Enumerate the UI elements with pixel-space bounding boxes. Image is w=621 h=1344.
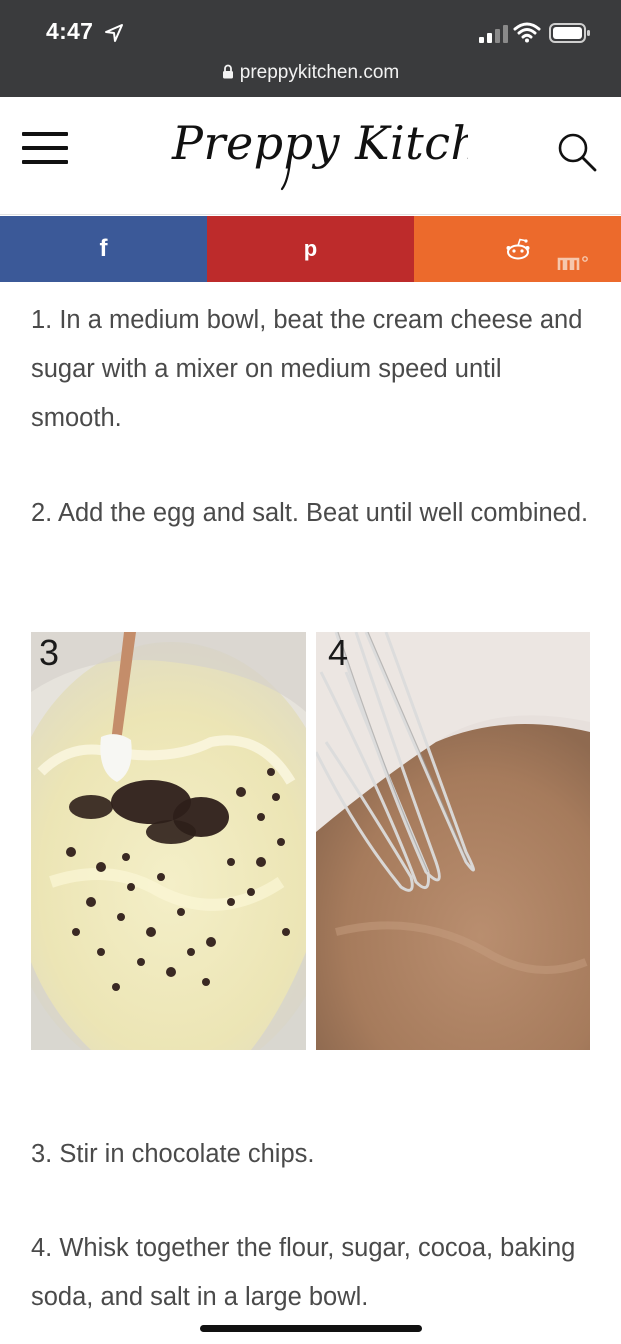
wifi-icon [513,22,541,43]
search-icon[interactable] [556,131,598,173]
home-indicator[interactable] [200,1325,422,1332]
site-logo[interactable]: Preppy Kitchen [168,101,538,201]
cellular-signal-icon [479,25,508,43]
logo-text: Preppy Kitchen [171,116,468,170]
share-bar: f p [0,216,621,282]
step-3-text: 3. Stir in chocolate chips. [31,1140,315,1168]
batter-with-chips-image [31,632,306,1050]
reddit-icon [506,238,529,260]
hamburger-icon-bar [22,160,68,164]
status-bar: 4:47 preppykitchen.com [0,0,621,97]
step-1-text: 1. In a medium bowl, beat the cream chee… [31,306,583,432]
url-text: preppykitchen.com [239,62,400,83]
facebook-icon: f [99,235,108,262]
location-arrow-icon [105,24,123,42]
photo-step-number: 4 [328,632,349,673]
reddit-share-button[interactable] [414,216,621,282]
status-time: 4:47 [46,18,94,44]
hamburger-icon-bar [22,146,68,150]
mediavine-badge-icon [557,256,588,270]
site-header: Preppy Kitchen [0,97,621,215]
battery-icon [549,23,590,43]
hamburger-icon [22,132,68,136]
pinterest-icon: p [303,236,318,261]
step-4-text: 4. Whisk together the flour, sugar, coco… [31,1234,576,1311]
step-4-photo: 4 [316,632,590,1050]
logo-script: Preppy Kitchen [171,116,538,191]
facebook-share-button[interactable]: f [0,216,207,282]
pinterest-share-button[interactable]: p [207,216,414,282]
address-bar[interactable]: preppykitchen.com [0,62,621,90]
step-3-photo: 3 [31,632,306,1050]
photo-step-number: 3 [39,632,60,673]
menu-button[interactable] [22,132,68,168]
lock-icon [222,64,233,79]
cocoa-dry-mix-image [316,632,590,1050]
step-2-text: 2. Add the egg and salt. Beat until well… [31,499,589,527]
